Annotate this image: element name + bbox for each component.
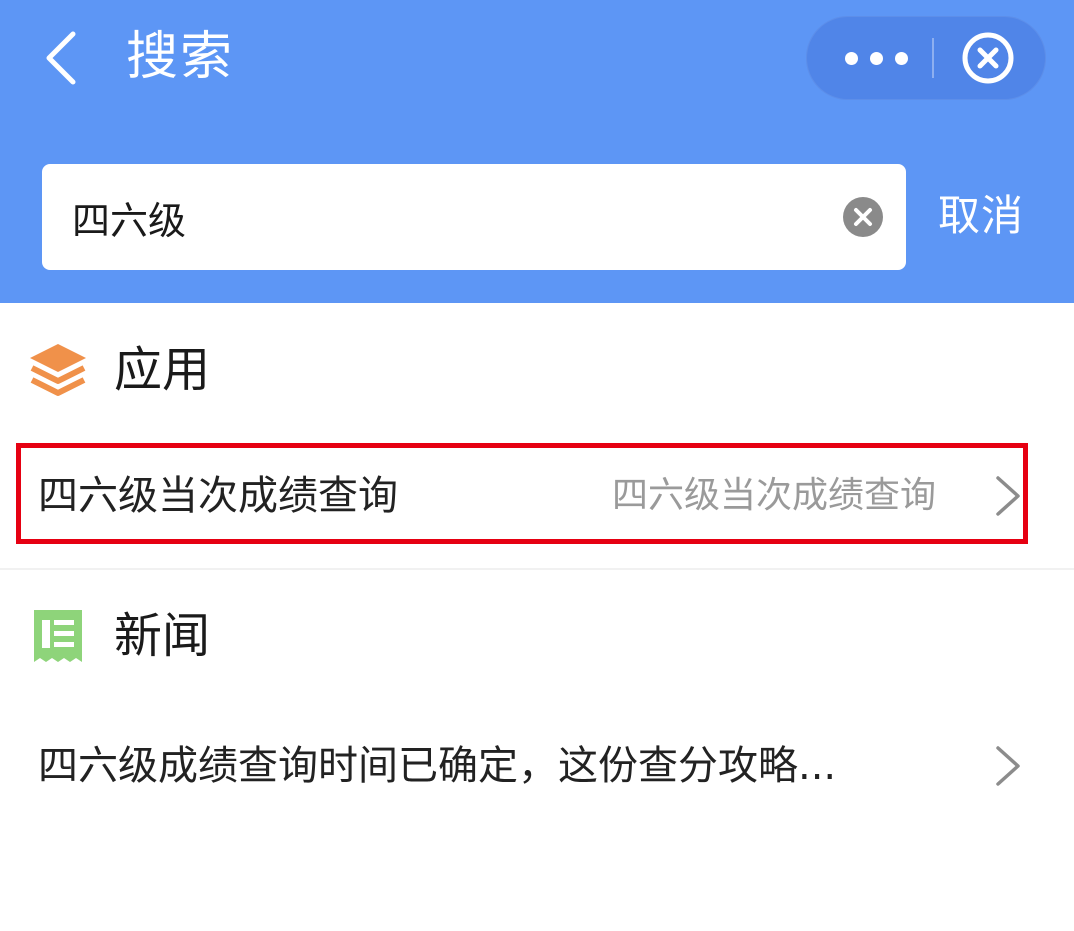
cancel-button[interactable]: 取消 [938,186,1024,246]
section-title-apps: 应用 [114,342,211,398]
search-input[interactable] [72,164,832,270]
highlight-annotation-box [16,443,1028,544]
back-button[interactable] [36,30,86,86]
header-bar: 搜索 取消 [0,0,1074,303]
circle-close-icon [962,32,1014,84]
news-result-title: 四六级成绩查询时间已确定，这份查分攻略... [38,743,837,789]
newspaper-icon [34,610,82,662]
section-divider [0,568,1074,570]
stack-layers-icon [30,344,86,396]
clear-circle-icon [843,197,883,237]
capsule-divider [932,38,934,78]
section-header-news: 新闻 [0,596,1074,676]
more-button[interactable] [826,16,926,100]
news-result-row[interactable]: 四六级成绩查询时间已确定，这份查分攻略... [0,716,1074,816]
close-button[interactable] [958,28,1018,88]
section-header-apps: 应用 [0,330,1074,410]
page-title: 搜索 [126,27,235,87]
chevron-right-icon [996,746,1020,786]
search-box [42,164,906,270]
chevron-left-icon [46,31,76,85]
mini-program-capsule [806,16,1046,100]
more-dots-icon [839,51,914,65]
clear-search-button[interactable] [842,196,884,238]
section-title-news: 新闻 [114,608,211,664]
